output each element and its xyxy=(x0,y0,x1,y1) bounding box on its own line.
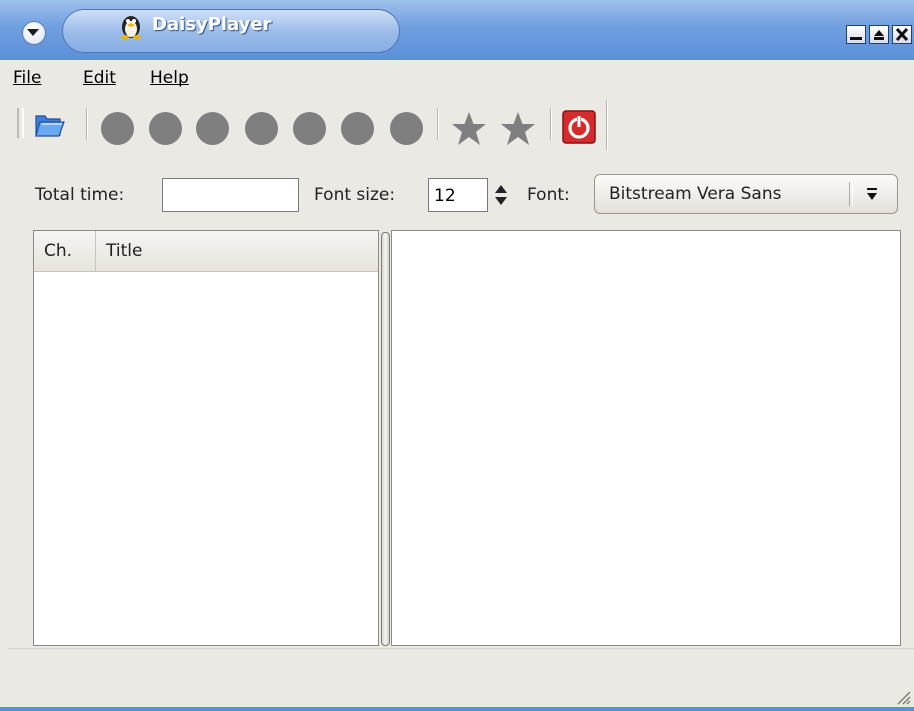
window-bottom-edge xyxy=(0,707,914,711)
chapter-list-header: Ch. Title xyxy=(34,231,378,272)
close-button[interactable] xyxy=(892,25,912,44)
chevron-down-icon xyxy=(867,188,877,200)
star-icon[interactable] xyxy=(451,111,487,146)
maximize-icon xyxy=(874,30,884,40)
title-bar[interactable]: DaisyPlayer xyxy=(0,0,914,60)
circle-icon[interactable] xyxy=(341,112,374,145)
circle-icon[interactable] xyxy=(149,112,182,145)
maximize-button[interactable] xyxy=(869,25,889,44)
total-time-label: Total time: xyxy=(35,185,125,205)
window-menu-icon xyxy=(27,29,39,36)
circle-icon[interactable] xyxy=(390,112,423,145)
resize-grip-icon[interactable] xyxy=(895,689,911,705)
minimize-icon xyxy=(850,37,862,40)
circle-icon[interactable] xyxy=(245,112,278,145)
star-icon[interactable] xyxy=(500,111,536,146)
font-size-label: Font size: xyxy=(314,185,396,205)
font-size-value[interactable]: 12 xyxy=(434,186,456,206)
open-folder-icon[interactable] xyxy=(33,108,65,140)
close-icon xyxy=(895,28,909,41)
circle-icon[interactable] xyxy=(101,112,134,145)
circle-icon[interactable] xyxy=(196,112,229,145)
column-header-title[interactable]: Title xyxy=(96,231,378,271)
toolbar-grip[interactable] xyxy=(17,108,24,138)
menu-edit[interactable]: Edit xyxy=(83,68,116,88)
toolbar-end xyxy=(606,100,607,150)
toolbar-separator xyxy=(437,108,438,140)
toolbar-separator xyxy=(86,108,87,140)
text-view[interactable] xyxy=(391,230,901,646)
column-header-ch[interactable]: Ch. xyxy=(34,231,96,271)
daisyplayer-window: DaisyPlayer File Edit Help Total time: F… xyxy=(0,0,914,711)
tux-icon xyxy=(121,16,141,39)
status-bar xyxy=(8,648,914,709)
pane-splitter[interactable] xyxy=(381,232,390,646)
minimize-button[interactable] xyxy=(846,25,866,44)
font-combobox-value: Bitstream Vera Sans xyxy=(609,184,782,204)
font-size-spinbox[interactable]: 12 xyxy=(428,178,488,212)
menu-bar: File Edit Help xyxy=(0,60,914,96)
font-combobox[interactable]: Bitstream Vera Sans xyxy=(594,174,898,214)
combo-separator xyxy=(849,182,853,206)
window-title: DaisyPlayer xyxy=(152,14,272,35)
chapter-list[interactable]: Ch. Title xyxy=(33,230,379,646)
circle-icon[interactable] xyxy=(293,112,326,145)
power-icon[interactable] xyxy=(562,110,596,144)
total-time-field[interactable] xyxy=(162,178,299,212)
menu-file[interactable]: File xyxy=(13,68,41,88)
window-menu-button[interactable] xyxy=(22,21,46,45)
toolbar-separator xyxy=(550,108,551,140)
menu-help[interactable]: Help xyxy=(150,68,189,88)
spin-arrows-icon[interactable] xyxy=(492,180,510,210)
font-label: Font: xyxy=(527,185,570,205)
